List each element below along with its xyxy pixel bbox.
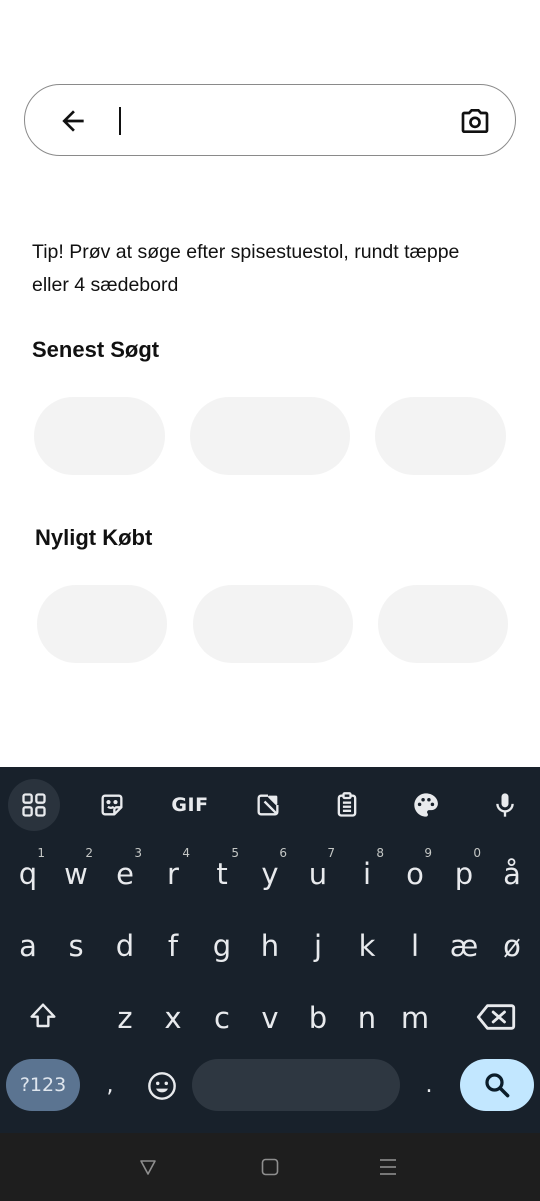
- key-p[interactable]: p0: [440, 846, 488, 902]
- recently-bought-chip[interactable]: [37, 585, 167, 663]
- search-input[interactable]: [115, 101, 445, 141]
- recents-menu-icon[interactable]: [376, 1155, 400, 1179]
- search-icon: [485, 1073, 510, 1098]
- key-i[interactable]: i8: [343, 846, 391, 902]
- key-x[interactable]: x: [149, 990, 197, 1046]
- key-aa[interactable]: å: [488, 846, 536, 902]
- key-g[interactable]: g: [198, 918, 246, 974]
- home-square-icon[interactable]: [258, 1155, 282, 1179]
- image-edit-icon[interactable]: [242, 779, 294, 831]
- symbols-key[interactable]: ?123: [6, 1059, 80, 1111]
- key-e[interactable]: e3: [101, 846, 149, 902]
- emoji-icon: [148, 1072, 176, 1100]
- search-bar[interactable]: [24, 84, 516, 156]
- key-w[interactable]: w2: [52, 846, 100, 902]
- space-key[interactable]: [192, 1059, 400, 1111]
- key-f[interactable]: f: [149, 918, 197, 974]
- key-t[interactable]: t5: [198, 846, 246, 902]
- recently-bought-chip[interactable]: [193, 585, 353, 663]
- key-c[interactable]: c: [198, 990, 246, 1046]
- recently-bought-chip[interactable]: [378, 585, 508, 663]
- gif-icon[interactable]: GIF: [164, 779, 216, 831]
- key-m[interactable]: m: [391, 990, 439, 1046]
- key-ae[interactable]: æ: [440, 918, 488, 974]
- key-q[interactable]: q1: [4, 846, 52, 902]
- key-y[interactable]: y6: [246, 846, 294, 902]
- apps-grid-icon[interactable]: [8, 779, 60, 831]
- key-r[interactable]: r4: [149, 846, 197, 902]
- recent-search-chip[interactable]: [34, 397, 165, 475]
- gif-label: GIF: [171, 794, 209, 816]
- clipboard-icon[interactable]: [321, 779, 373, 831]
- key-u[interactable]: u7: [294, 846, 342, 902]
- text-cursor: [119, 107, 121, 135]
- key-d[interactable]: d: [101, 918, 149, 974]
- camera-icon[interactable]: [459, 105, 491, 137]
- recent-search-chip[interactable]: [375, 397, 506, 475]
- key-j[interactable]: j: [294, 918, 342, 974]
- key-k[interactable]: k: [343, 918, 391, 974]
- system-nav-bar: [0, 1133, 540, 1201]
- recently-bought-title: Nyligt Købt: [35, 525, 153, 550]
- search-action-key[interactable]: [460, 1059, 534, 1111]
- microphone-icon[interactable]: [479, 779, 531, 831]
- palette-icon[interactable]: [400, 779, 452, 831]
- key-h[interactable]: h: [246, 918, 294, 974]
- sticker-icon[interactable]: [86, 779, 138, 831]
- key-v[interactable]: v: [246, 990, 294, 1046]
- backspace-key[interactable]: [470, 990, 522, 1046]
- back-triangle-icon[interactable]: [136, 1155, 160, 1179]
- key-a[interactable]: a: [4, 918, 52, 974]
- period-key[interactable]: .: [405, 1058, 453, 1114]
- backspace-icon: [476, 1004, 516, 1030]
- key-s[interactable]: s: [52, 918, 100, 974]
- arrow-back-icon[interactable]: [57, 105, 89, 137]
- key-o[interactable]: o9: [391, 846, 439, 902]
- shift-arrow-icon: [30, 1003, 56, 1028]
- shift-key[interactable]: [18, 990, 68, 1046]
- key-z[interactable]: z: [101, 990, 149, 1046]
- key-b[interactable]: b: [294, 990, 342, 1046]
- recent-searches-title: Senest Søgt: [32, 337, 160, 362]
- search-tip: Tip! Prøv at søge efter spisestuestol, r…: [32, 241, 460, 296]
- recent-search-chip[interactable]: [190, 397, 350, 475]
- emoji-key[interactable]: [138, 1058, 186, 1114]
- key-l[interactable]: l: [391, 918, 439, 974]
- key-n[interactable]: n: [343, 990, 391, 1046]
- key-oe[interactable]: ø: [488, 918, 536, 974]
- comma-key[interactable]: ,: [86, 1058, 134, 1114]
